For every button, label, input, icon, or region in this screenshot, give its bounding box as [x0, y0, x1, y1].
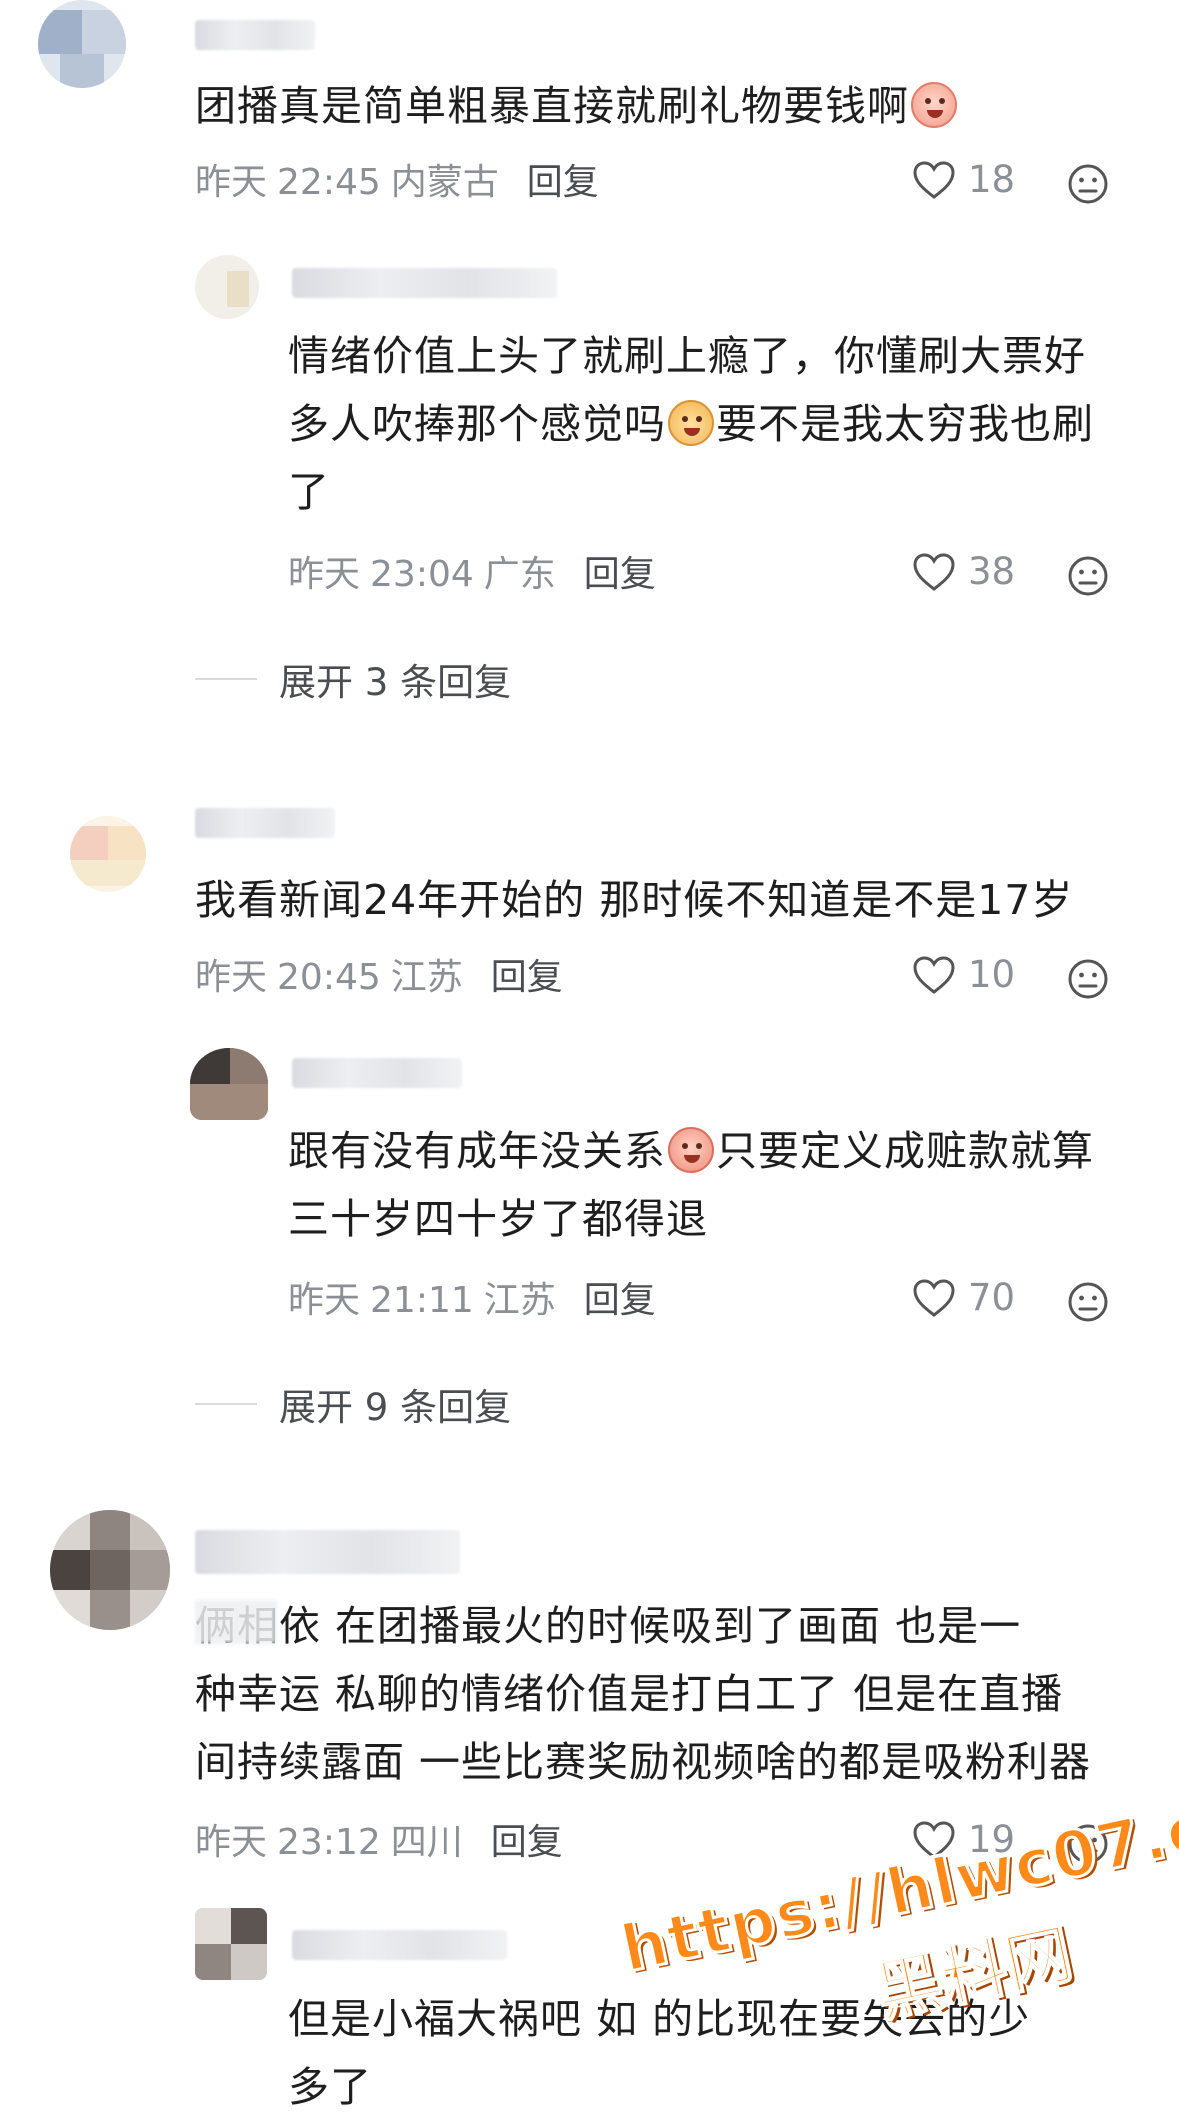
comment-line: 间持续露面 一些比赛奖励视频啥的都是吸粉利器	[195, 1738, 1092, 1786]
reply-meta: 昨天 21:11 江苏 回复	[288, 1276, 656, 1326]
like-button[interactable]: 10	[912, 953, 1015, 996]
expand-label: 展开 9 条回复	[279, 1386, 512, 1429]
region: 内蒙古	[390, 162, 499, 203]
region: 广东	[483, 554, 556, 595]
date: 昨天	[195, 957, 268, 998]
avatar[interactable]	[195, 255, 259, 319]
sobbing-face-icon	[668, 1127, 714, 1173]
divider	[195, 1403, 257, 1405]
expand-replies-button[interactable]: 展开 3 条回复	[195, 652, 511, 706]
heart-icon	[913, 160, 955, 199]
avatar[interactable]	[70, 816, 146, 892]
blurred-region	[195, 1600, 277, 1644]
avatar[interactable]	[38, 0, 126, 88]
reply-meta: 昨天 23:04 广东 回复	[288, 550, 656, 600]
reply-line: 多了	[288, 2063, 372, 2111]
reply-button[interactable]: 回复	[584, 1280, 656, 1321]
reply-line: 多人吹捧那个感觉吗 要不是我太穷我也刷	[288, 400, 1094, 448]
region: 江苏	[483, 1280, 556, 1321]
reply-button[interactable]: 回复	[491, 1822, 563, 1863]
heart-icon	[913, 1278, 955, 1317]
reply-line: 情绪价值上头了就刷上瘾了，你懂刷大票好	[288, 332, 1086, 380]
region: 四川	[390, 1822, 463, 1863]
crying-face-icon	[911, 82, 957, 128]
comment-line: 俩相依 在团播最火的时候吸到了画面 也是一	[195, 1602, 1022, 1650]
time: 20:45	[277, 957, 381, 998]
like-count: 10	[968, 953, 1016, 996]
reply-button[interactable]: 回复	[527, 162, 599, 203]
avatar[interactable]	[190, 1048, 268, 1120]
date: 昨天	[195, 1822, 268, 1863]
dislike-face-icon[interactable]	[1067, 1281, 1109, 1323]
username-blurred[interactable]	[292, 1930, 507, 1960]
heart-icon	[913, 955, 955, 994]
dislike-face-icon[interactable]	[1067, 555, 1109, 597]
comment-meta: 昨天 20:45 江苏 回复	[195, 953, 563, 1003]
time: 23:04	[370, 554, 474, 595]
reply-text: 情绪价值上头了就刷上瘾了，你懂刷大票好 多人吹捧那个感觉吗 要不是我太穷我也刷 了	[288, 322, 1148, 526]
like-button[interactable]: 70	[912, 1276, 1015, 1319]
like-count: 70	[968, 1276, 1016, 1319]
comment-text: 我看新闻24年开始的 那时候不知道是不是17岁	[195, 876, 1074, 924]
comment-text: 团播真是简单粗暴直接就刷礼物要钱啊	[195, 72, 959, 140]
username-blurred[interactable]	[292, 268, 557, 298]
comment-meta: 昨天 23:12 四川 回复	[195, 1818, 563, 1868]
username-blurred[interactable]	[292, 1058, 462, 1088]
reply-line: 三十岁四十岁了都得退	[288, 1195, 708, 1243]
date: 昨天	[288, 1280, 361, 1321]
like-count: 18	[968, 158, 1016, 201]
username-blurred[interactable]	[195, 20, 315, 50]
watermark: https://hlwc07.com 黑料网	[613, 1766, 1179, 2032]
username-blurred[interactable]	[195, 808, 335, 838]
dislike-face-icon[interactable]	[1067, 163, 1109, 205]
like-count: 38	[968, 550, 1016, 593]
reply-button[interactable]: 回复	[491, 957, 563, 998]
time: 23:12	[277, 1822, 381, 1863]
comment-thread: 团播真是简单粗暴直接就刷礼物要钱啊 昨天 22:45 内蒙古 回复 18 情绪价值上头…	[0, 0, 1179, 2112]
expand-replies-button[interactable]: 展开 9 条回复	[195, 1377, 511, 1431]
like-button[interactable]: 18	[912, 158, 1015, 201]
reply-line: 了	[288, 468, 330, 516]
time: 21:11	[370, 1280, 474, 1321]
reply-button[interactable]: 回复	[584, 554, 656, 595]
avatar[interactable]	[195, 1908, 267, 1980]
comment-text: 俩相依 在团播最火的时候吸到了画面 也是一 种幸运 私聊的情绪价值是打白工了 但…	[195, 1592, 1155, 1796]
comment-meta: 昨天 22:45 内蒙古 回复	[195, 158, 599, 208]
date: 昨天	[195, 162, 268, 203]
dislike-face-icon[interactable]	[1067, 958, 1109, 1000]
like-button[interactable]: 38	[912, 550, 1015, 593]
reply-text: 跟有没有成年没关系 只要定义成赃款就算 三十岁四十岁了都得退	[288, 1117, 1148, 1253]
heart-icon	[913, 552, 955, 591]
avatar[interactable]	[50, 1510, 170, 1630]
username-blurred[interactable]	[195, 1530, 460, 1574]
reply-line: 跟有没有成年没关系 只要定义成赃款就算	[288, 1127, 1094, 1175]
comment-line: 种幸运 私聊的情绪价值是打白工了 但是在直播	[195, 1670, 1064, 1718]
comment-body: 团播真是简单粗暴直接就刷礼物要钱啊	[195, 82, 909, 130]
dog-face-icon	[668, 400, 714, 446]
time: 22:45	[277, 162, 381, 203]
expand-label: 展开 3 条回复	[279, 661, 512, 704]
region: 江苏	[390, 957, 463, 998]
divider	[195, 678, 257, 680]
date: 昨天	[288, 554, 361, 595]
